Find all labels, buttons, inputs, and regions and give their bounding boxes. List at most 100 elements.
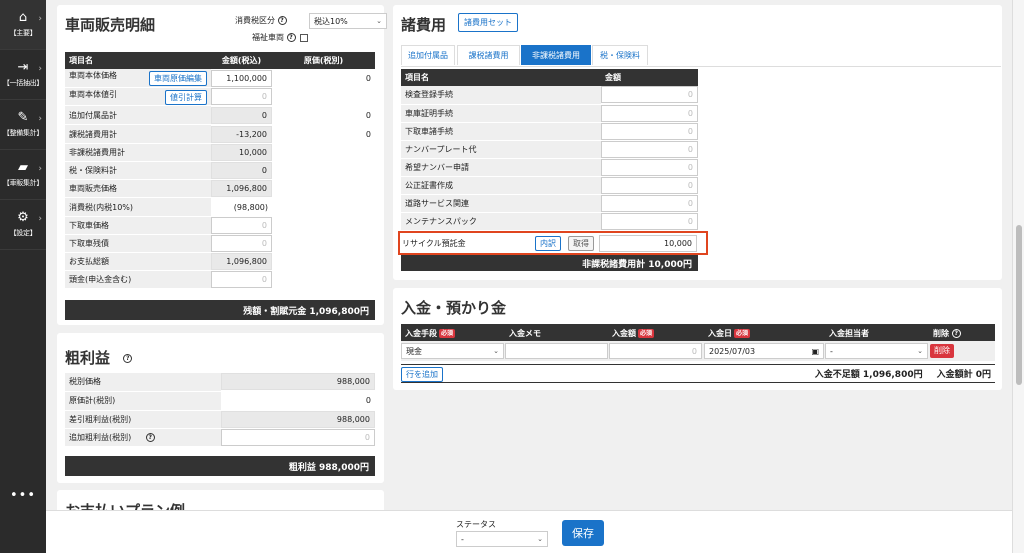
row-label: 差引粗利益(税別) <box>65 410 221 429</box>
fees-footer: 非課税諸費用計 10,000円 <box>401 255 698 271</box>
tab-fee-1[interactable]: 課税諸費用 <box>457 45 520 65</box>
table-row: 税別価格 988,000 <box>65 373 375 392</box>
chevron-down-icon: ⌄ <box>493 347 499 355</box>
fee-amount-input[interactable]: 0 <box>601 212 698 230</box>
profit-value: 988,000 <box>221 373 375 391</box>
deposit-card: 入金・預かり金 入金手段 必須 入金メモ 入金額 必須 入金日 必須 入金担当者 削除… <box>393 288 1002 390</box>
table-row: 頭金(申込金含む) 0 <box>65 270 375 289</box>
amount-cell: (98,800) <box>211 197 272 217</box>
amount-input[interactable]: 0 <box>609 343 702 359</box>
value-cell: 0 <box>601 212 698 231</box>
chevron-right-icon: › <box>38 164 42 174</box>
fee-amount-input[interactable]: 0 <box>601 140 698 158</box>
date-input[interactable]: 2025/07/03 ▣ <box>704 343 824 359</box>
row-label: 追加粗利益(税別) ? <box>65 428 221 447</box>
sidebar-nav: ⌂ › 【主要】 ⇥ › 【一括抽出】 ✎ › 【整備集計】 ▰ › 【車販集計】 ⚙ … <box>0 0 46 250</box>
chevron-down-icon: ⌄ <box>537 535 543 543</box>
recycle-detail-button[interactable]: 内訳 <box>535 236 561 251</box>
tab-fee-0[interactable]: 追加付属品 <box>401 45 455 65</box>
recycle-fetch-button[interactable]: 取得 <box>568 236 594 251</box>
sidebar-item-label: 【車販集計】 <box>2 179 44 187</box>
amount-input[interactable]: 0 <box>211 235 272 252</box>
recycle-label: リサイクル預託金 <box>402 239 466 248</box>
fee-amount-input[interactable]: 0 <box>601 158 698 176</box>
welfare-vehicle-label: 福祉車両 ? <box>252 32 309 43</box>
save-button[interactable]: 保存 <box>562 520 604 546</box>
delete-button[interactable]: 削除 <box>930 344 954 358</box>
deposit-header: 入金手段 必須 入金メモ 入金額 必須 入金日 必須 入金担当者 削除 ? <box>401 324 995 341</box>
amount-input[interactable]: 1,100,000 <box>211 69 272 87</box>
method-select[interactable]: 現金 ⌄ <box>401 343 504 359</box>
row-action-button[interactable]: 車両原価編集 <box>149 71 207 86</box>
tab-underline <box>401 66 1001 67</box>
add-row-button[interactable]: 行を追加 <box>401 367 443 382</box>
col-item: 項目名 <box>65 52 211 69</box>
tab-fee-2[interactable]: 非課税諸費用 <box>521 45 591 65</box>
cost-cell <box>272 161 375 180</box>
sales-title: 車両販売明細 <box>65 16 156 34</box>
status-label: ステータス <box>456 520 496 529</box>
row-label: 検査登録手続 <box>401 86 601 105</box>
col-item: 項目名 <box>401 69 601 86</box>
sidebar-item-0[interactable]: ⌂ › 【主要】 <box>0 0 46 50</box>
chevron-right-icon: › <box>38 14 42 24</box>
amount-input[interactable]: 0 <box>211 271 272 288</box>
row-label: メンテナンスパック <box>401 212 601 231</box>
table-row: 追加付属品計 0 0 <box>65 105 375 125</box>
tax-type-select[interactable]: 税込10% ⌄ <box>309 13 387 29</box>
welfare-checkbox[interactable] <box>300 33 309 42</box>
fee-amount-input[interactable]: 0 <box>601 104 698 122</box>
cost-cell <box>272 270 375 289</box>
profit-input[interactable]: 0 <box>221 428 375 446</box>
amount-input[interactable]: 0 <box>211 217 272 234</box>
row-label: 下取車価格 <box>65 216 211 235</box>
fee-amount-input[interactable]: 0 <box>601 176 698 194</box>
value-cell: 0 <box>601 140 698 159</box>
deposit-table: 入金手段 必須 入金メモ 入金額 必須 入金日 必須 入金担当者 削除 ? 現金 ⌄ 0… <box>401 324 995 383</box>
recycle-row: リサイクル預託金 内訳 取得 10,000 <box>398 231 708 255</box>
status-select[interactable]: - ⌄ <box>456 531 548 547</box>
recycle-amount-input[interactable]: 10,000 <box>599 235 697 252</box>
sidebar-item-3[interactable]: ▰ › 【車販集計】 <box>0 150 46 200</box>
fee-amount-input[interactable]: 0 <box>601 86 698 104</box>
col-amount: 金額 <box>601 69 698 86</box>
table-row: 検査登録手続 0 <box>401 86 698 105</box>
deposit-footer: 入金不足額 1,096,800円 入金額計 0円 <box>401 364 995 383</box>
help-icon[interactable]: ? <box>123 354 133 363</box>
fees-title: 諸費用 <box>401 16 447 34</box>
memo-input[interactable] <box>505 343 608 359</box>
cost-value: 0 <box>365 73 371 83</box>
scrollbar[interactable] <box>1012 0 1024 553</box>
table-row: 道路サービス関連 0 <box>401 194 698 213</box>
value-cell: 0 <box>601 194 698 213</box>
fee-amount-input[interactable]: 0 <box>601 194 698 212</box>
tab-fee-3[interactable]: 税・保険料 <box>592 45 648 65</box>
person-select[interactable]: - ⌄ <box>825 343 928 359</box>
col-amount: 入金額 必須 <box>612 329 655 338</box>
row-label: ナンバープレート代 <box>401 140 601 159</box>
scroll-thumb[interactable] <box>1016 225 1022 385</box>
help-icon[interactable]: ? <box>277 16 287 25</box>
amount-cell: 10,000 <box>211 143 272 162</box>
help-icon[interactable]: ? <box>951 329 961 338</box>
more-icon[interactable]: ••• <box>0 488 46 503</box>
amount-value: (98,800) <box>233 202 268 212</box>
amount-input[interactable]: 0 <box>211 88 272 105</box>
row-action-button[interactable]: 値引計算 <box>165 89 207 105</box>
help-icon[interactable]: ? <box>286 33 296 42</box>
cost-cell: 0 <box>272 69 375 88</box>
col-delete: 削除 ? <box>933 328 961 339</box>
sidebar-item-1[interactable]: ⇥ › 【一括抽出】 <box>0 50 46 100</box>
fee-amount-input[interactable]: 0 <box>601 122 698 140</box>
amount-cell: 1,096,800 <box>211 179 272 198</box>
sidebar-item-label: 【設定】 <box>9 229 37 237</box>
table-row: 消費税(内税10%) (98,800) <box>65 197 375 217</box>
table-row: 公正証書作成 0 <box>401 176 698 195</box>
sidebar-item-2[interactable]: ✎ › 【整備集計】 <box>0 100 46 150</box>
row-label: 車両本体価格 車両原価編集 <box>65 69 211 88</box>
deposit-row: 現金 ⌄ 0 2025/07/03 ▣ - ⌄ 削除 <box>401 341 995 361</box>
sidebar-item-4[interactable]: ⚙ › 【設定】 <box>0 200 46 250</box>
fee-set-button[interactable]: 諸費用セット <box>458 13 518 32</box>
help-icon[interactable]: ? <box>145 432 155 442</box>
cost-cell <box>272 87 375 106</box>
